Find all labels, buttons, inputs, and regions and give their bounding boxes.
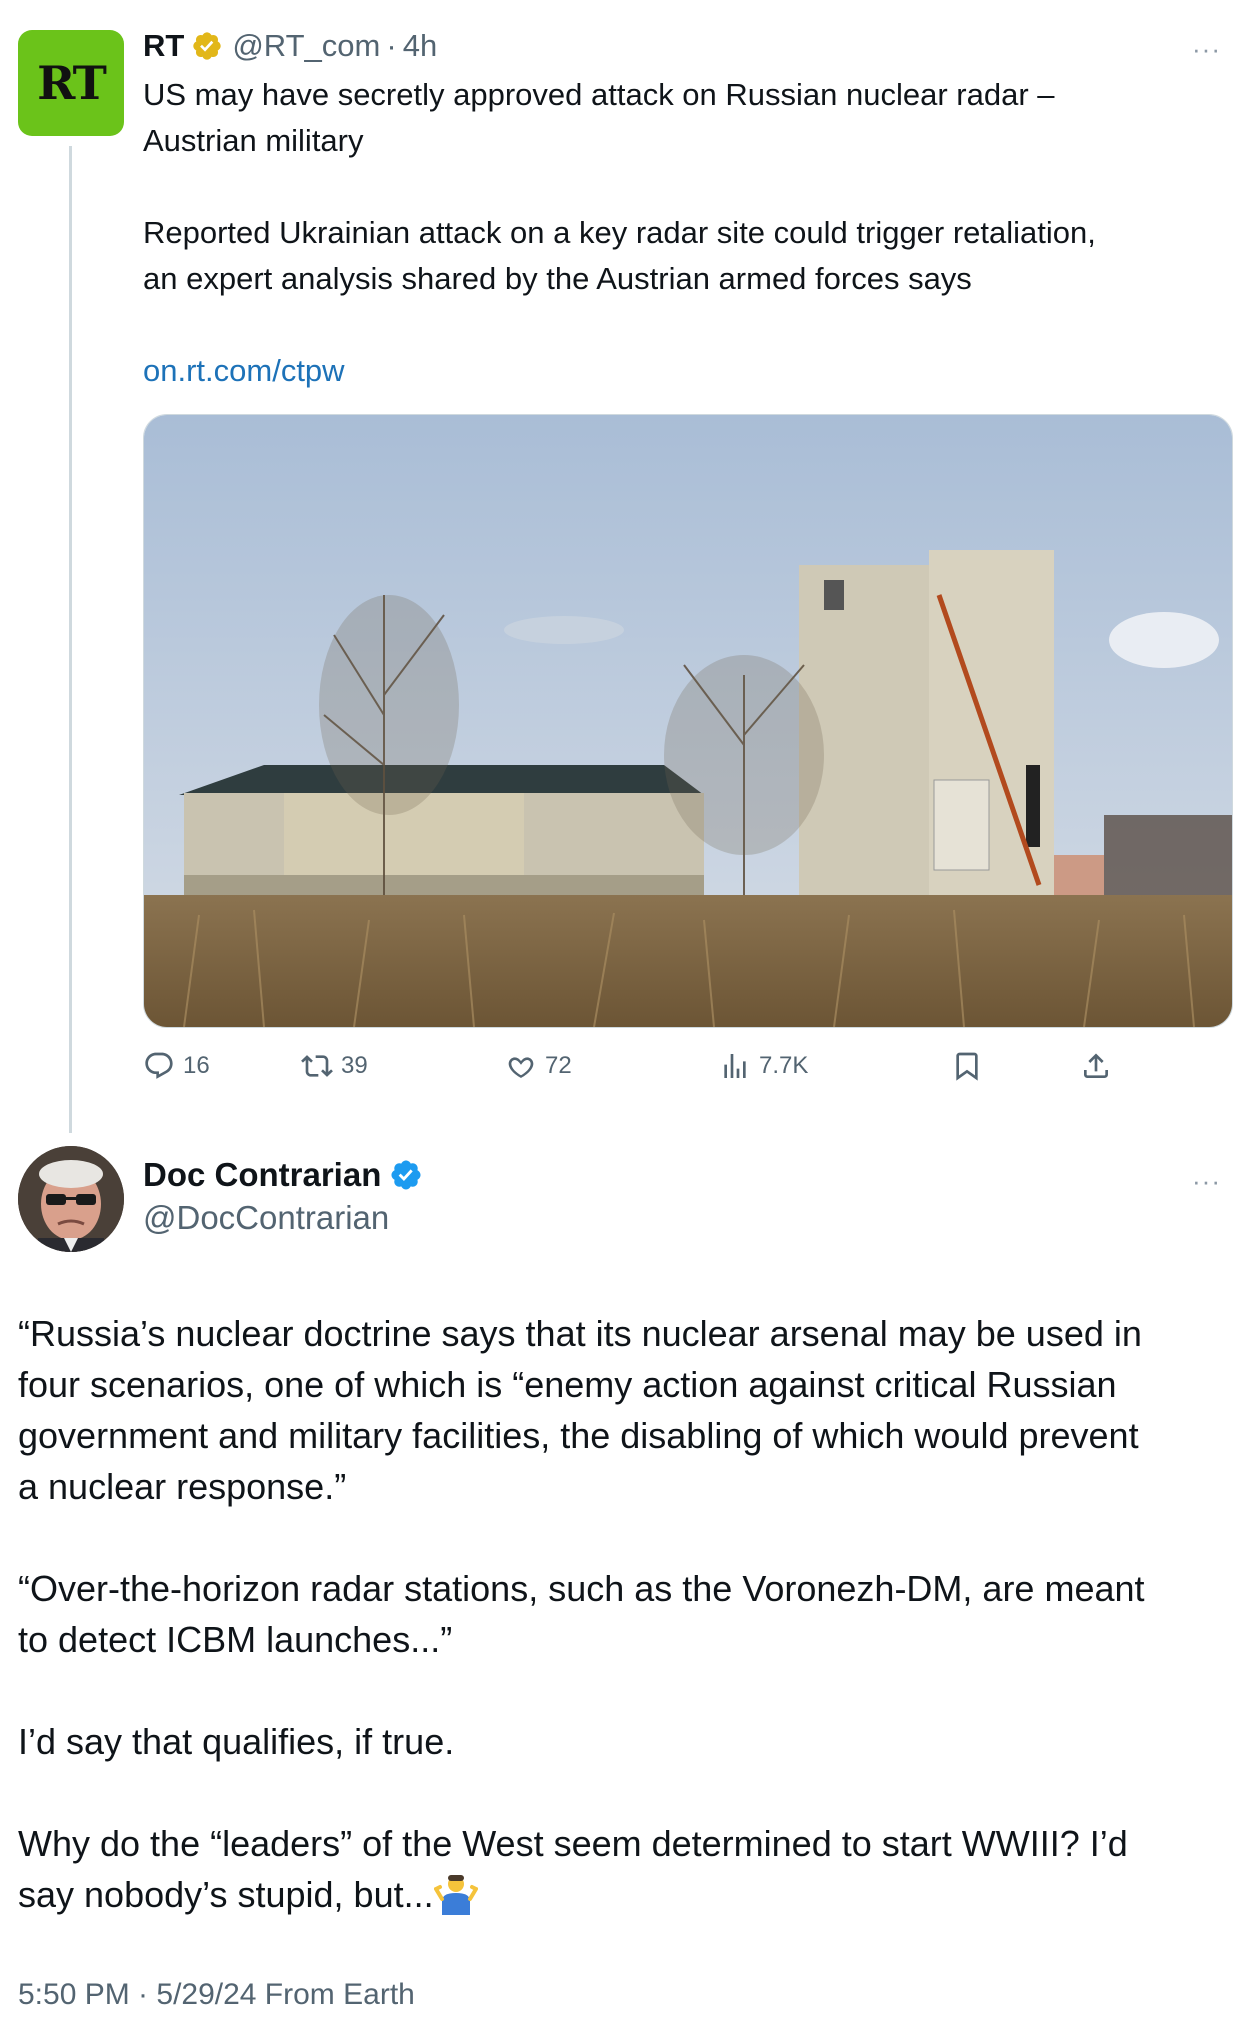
quoted-tweet-text: US may have secretly approved attack on … [143, 72, 1223, 394]
body-line-1: Reported Ukrainian attack on a key radar… [143, 215, 1096, 250]
tweet-line: Why do the “leaders” of the West seem de… [18, 1823, 1128, 1864]
headline-line-1: US may have secretly approved attack on … [143, 77, 1055, 112]
tweet-line: “Russia’s nuclear doctrine says that its… [18, 1313, 1142, 1354]
tweet-metadata[interactable]: 5:50 PM · 5/29/24 From Earth [18, 1978, 415, 2012]
retweet-count: 39 [341, 1052, 368, 1079]
thread-line [69, 146, 72, 1133]
tweet-author-name[interactable]: Doc Contrarian [143, 1156, 381, 1194]
header-separator: · [386, 28, 397, 63]
tweet-line: I’d say that qualifies, if true. [18, 1721, 455, 1762]
tweet-line: four scenarios, one of which is “enemy a… [18, 1364, 1117, 1405]
body-line-2: an expert analysis shared by the Austria… [143, 261, 972, 296]
tweet-author-row: Doc Contrarian [143, 1156, 423, 1194]
share-button[interactable] [1080, 1044, 1120, 1088]
like-count: 72 [545, 1052, 572, 1079]
quoted-timestamp[interactable]: 4h [403, 28, 437, 64]
tweet-line-last: say nobody’s stupid, but... [18, 1869, 1233, 1920]
quoted-action-bar: 16 39 72 7.7K [143, 1044, 1223, 1088]
views-button[interactable]: 7.7K [719, 1044, 808, 1088]
bookmark-icon [956, 1052, 978, 1081]
quoted-tweet-header: RT @RT_com · 4h [143, 26, 437, 66]
radar-station-photo [144, 415, 1232, 1027]
article-link[interactable]: on.rt.com/ctpw [143, 353, 345, 388]
tweet-line: government and military facilities, the … [18, 1415, 1139, 1456]
quoted-author-handle[interactable]: @RT_com [232, 28, 380, 64]
tweet-line: a nuclear response.” [18, 1466, 347, 1507]
tweet-author-handle[interactable]: @DocContrarian [143, 1199, 389, 1237]
like-icon [508, 1057, 534, 1078]
views-icon [724, 1054, 746, 1078]
tweet-more-button[interactable]: ··· [1192, 1166, 1221, 1197]
quoted-author-name[interactable]: RT [143, 28, 184, 64]
bookmark-button[interactable] [951, 1044, 991, 1088]
retweet-icon [301, 1055, 333, 1077]
share-icon [1084, 1053, 1108, 1078]
rt-logo-text: RT [37, 56, 107, 110]
tweet-line: “Over-the-horizon radar stations, such a… [18, 1568, 1145, 1609]
headline-line-2: Austrian military [143, 123, 364, 158]
article-photo[interactable] [143, 414, 1233, 1028]
retweet-button[interactable]: 39 [301, 1044, 368, 1088]
view-count: 7.7K [759, 1052, 809, 1079]
reply-icon [145, 1052, 173, 1079]
reply-count: 16 [183, 1052, 210, 1079]
verified-blue-icon [391, 1160, 421, 1190]
tweet-text: “Russia’s nuclear doctrine says that its… [18, 1308, 1233, 1920]
doc-contrarian-avatar[interactable] [18, 1146, 124, 1252]
shrug-emoji [433, 1875, 478, 1915]
verified-gold-icon [193, 32, 221, 60]
like-button[interactable]: 72 [505, 1044, 572, 1088]
portrait-image [18, 1146, 124, 1252]
reply-button[interactable]: 16 [143, 1044, 210, 1088]
tweet-line: to detect ICBM launches...” [18, 1619, 453, 1660]
rt-avatar[interactable]: RT [18, 30, 124, 136]
tweet-line-text: say nobody’s stupid, but... [18, 1874, 434, 1915]
quoted-more-button[interactable]: ··· [1192, 34, 1221, 65]
